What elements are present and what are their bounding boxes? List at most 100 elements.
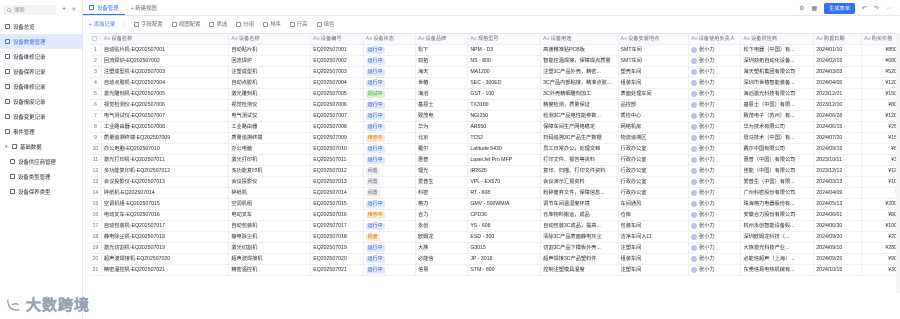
table-cell[interactable]: 2024/05/13 xyxy=(813,198,863,210)
table-cell[interactable]: 调试中 xyxy=(363,88,416,100)
table-cell[interactable]: 复印、扫描、打印文件资料 xyxy=(540,165,619,177)
table-row[interactable]: 2 回流焊炉-EQ202507002 回流焊炉 EQ202507002 运行中 劲拓 NS … xyxy=(90,55,900,67)
table-cell[interactable]: ¥3,000 xyxy=(861,154,900,166)
table-cell[interactable]: NGI250 xyxy=(467,110,542,122)
table-cell[interactable]: 运行中 xyxy=(363,99,416,111)
table-cell[interactable]: 办公电脑 xyxy=(228,143,312,155)
table-row[interactable]: 17 自动包装机-EQ202507017 自动包装机 EQ202507017 运行中 永创… xyxy=(90,220,900,232)
table-cell[interactable]: 自动包装机 xyxy=(228,220,312,232)
table-row[interactable]: 18 静电除尘机-EQ202507018 静电除尘机 EQ202507018 报废 欧姆龙… xyxy=(90,231,900,243)
table-cell[interactable]: VPL - EX570 xyxy=(467,176,542,188)
table-cell[interactable]: 维修中 xyxy=(363,209,416,221)
grid-icon[interactable]: ▦ xyxy=(812,5,818,12)
table-cell[interactable]: 2024/04/05 xyxy=(813,77,863,89)
table-cell[interactable]: 行政办公室 xyxy=(618,154,690,166)
table-cell[interactable]: 质量追溯终端 xyxy=(228,132,312,144)
table-cell[interactable]: 电气测试仪-EQ202507007 xyxy=(101,110,230,122)
table-cell[interactable]: ¥12,000 xyxy=(861,165,900,177)
table-cell[interactable]: 注塑成型机 xyxy=(228,66,312,78)
table-cell[interactable]: 2024/06/01 xyxy=(813,209,863,221)
table-cell[interactable]: EQ202507011 xyxy=(310,154,364,166)
column-header[interactable]: A≡设备名称 xyxy=(228,33,312,45)
table-cell[interactable]: EQ202507008 xyxy=(310,121,364,133)
table-cell[interactable]: 维修中 xyxy=(363,132,416,144)
table-cell[interactable]: 2024/02/15 xyxy=(813,55,863,67)
table-cell[interactable]: 静电除尘机-EQ202507018 xyxy=(101,231,230,243)
table-cell[interactable]: 2024/09/20 xyxy=(813,231,863,243)
table-cell[interactable]: 检测3C产品电性能参数... xyxy=(540,110,619,122)
table-cell[interactable]: 运行中 xyxy=(363,66,416,78)
table-cell[interactable]: 2 xyxy=(90,55,102,67)
sidebar-item[interactable]: 设备总览 xyxy=(0,19,83,34)
column-header[interactable]: A≡设备编号 xyxy=(310,33,364,45)
table-cell[interactable]: 注塑3C产品外壳，精密... xyxy=(540,66,619,78)
tab-device-management[interactable]: 设备管理 xyxy=(83,1,125,15)
table-cell[interactable]: 仓库物料搬运，成品 xyxy=(540,209,619,221)
table-cell[interactable]: 格力 xyxy=(415,198,469,210)
table-cell[interactable]: 自动点胶机 xyxy=(228,77,312,89)
table-cell[interactable]: 合力 xyxy=(415,209,469,221)
table-cell[interactable]: EQ202507006 xyxy=(310,99,364,111)
table-cell[interactable]: 劲拓 xyxy=(415,55,469,67)
table-cell[interactable]: 2024/09/15 xyxy=(813,143,863,155)
table-cell[interactable]: 14 xyxy=(90,187,102,199)
table-cell[interactable]: EQ202507010 xyxy=(310,143,364,155)
undo-icon[interactable]: ↶ xyxy=(862,5,867,12)
table-cell[interactable]: 华为 xyxy=(415,121,469,133)
table-cell[interactable]: 2024/06/15 xyxy=(813,121,863,133)
table-cell[interactable]: 碎纸机 xyxy=(228,187,312,199)
table-cell[interactable]: 精密温控机 xyxy=(228,264,312,276)
table-cell[interactable]: EQ202507004 xyxy=(310,77,364,89)
table-row[interactable]: 19 激光切割机-EQ202507019 激光切割机 EQ202507019 运行中 大族… xyxy=(90,242,900,254)
table-cell[interactable]: 闲置 xyxy=(363,187,416,199)
table-cell[interactable]: ¥280,000 xyxy=(861,242,900,254)
table-cell[interactable]: TX3100 xyxy=(467,99,542,111)
table-cell[interactable]: EQ202507012 xyxy=(310,165,364,177)
table-cell[interactable]: 调节车间温湿度环境 xyxy=(540,198,619,210)
table-cell[interactable]: 必能信超声（上海）... xyxy=(740,253,815,265)
table-row[interactable]: 3 注塑成型机-EQ202507003 注塑成型机 EQ202507003 运行中 海天 M… xyxy=(90,66,900,78)
table-cell[interactable]: 8 xyxy=(90,121,102,133)
table-cell[interactable]: EQ202507018 xyxy=(310,231,364,243)
table-cell[interactable]: 运行中 xyxy=(363,264,416,276)
table-cell[interactable]: 15 xyxy=(90,198,102,210)
table-cell[interactable]: 运行中 xyxy=(363,121,416,133)
table-cell[interactable]: 行政办公室 xyxy=(618,165,690,177)
table-cell[interactable]: ¥80,000 xyxy=(861,99,900,111)
table-cell[interactable]: 珠海格力电器股份有... xyxy=(740,198,815,210)
sidebar-item[interactable]: 设备维修记录 xyxy=(0,49,83,64)
table-cell[interactable]: 张小力 xyxy=(688,55,742,67)
table-cell[interactable]: SMT车间 xyxy=(618,44,690,56)
table-cell[interactable]: 松下 xyxy=(415,44,469,56)
table-cell[interactable]: 运行中 xyxy=(363,77,416,89)
redo-icon[interactable]: ↷ xyxy=(874,5,879,12)
table-cell[interactable]: 11 xyxy=(90,154,102,166)
table-cell[interactable]: EQ202507005 xyxy=(310,88,364,100)
table-cell[interactable]: 精密温控机-EQ202507021 xyxy=(101,264,230,276)
table-cell[interactable]: 张小力 xyxy=(688,187,742,199)
table-cell[interactable]: 大族 xyxy=(415,242,469,254)
table-cell[interactable]: 仓库 xyxy=(618,209,690,221)
table-row[interactable]: 7 电气测试仪-EQ202507007 电气测试仪 EQ202507007 运行中 致茂电… xyxy=(90,110,900,122)
more-icon[interactable]: ⋯ xyxy=(886,5,892,12)
table-cell[interactable]: EQ202507002 xyxy=(310,55,364,67)
sort-button[interactable]: 排序 xyxy=(262,20,281,28)
table-cell[interactable]: 超声波焊接机 xyxy=(228,253,312,265)
table-cell[interactable]: 会议投影仪-EQ202507013 xyxy=(101,176,230,188)
column-header[interactable]: A≡设备名称 xyxy=(101,33,230,45)
table-cell[interactable]: 组装车间 xyxy=(618,77,690,89)
table-cell[interactable]: 永创 xyxy=(415,220,469,232)
table-cell[interactable]: 运行中 xyxy=(363,198,416,210)
table-cell[interactable]: 运行中 xyxy=(363,242,416,254)
table-row[interactable]: 12 多功能复印机-EQ202507012 多功能复印机 EQ202507012 闲置 理… xyxy=(90,165,900,177)
table-cell[interactable]: 超声焊接3C产品塑料件 xyxy=(540,253,619,265)
table-cell[interactable]: ¥90,000 xyxy=(861,253,900,265)
table-cell[interactable]: 张小力 xyxy=(688,77,742,89)
table-cell[interactable]: 精度检测，质量保证 xyxy=(540,99,619,111)
table-cell[interactable]: 2024/06/28 xyxy=(813,110,863,122)
table-cell[interactable]: 2024/07/20 xyxy=(813,132,863,144)
table-cell[interactable]: 扫码追溯3C产品生产数据 xyxy=(540,132,619,144)
table-cell[interactable]: 17 xyxy=(90,220,102,232)
table-cell[interactable]: 行政办公室 xyxy=(618,176,690,188)
table-cell[interactable]: ESD - 300 xyxy=(467,231,542,243)
